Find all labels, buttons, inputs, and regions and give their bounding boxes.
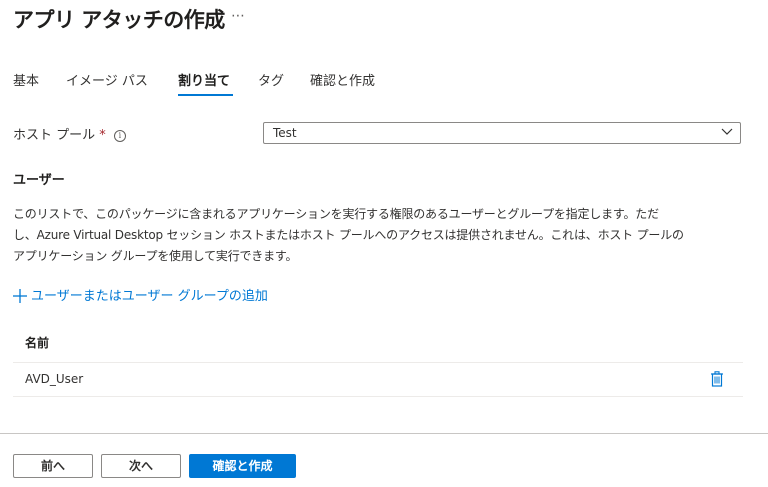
next-button[interactable]: 次へ	[101, 454, 181, 478]
plus-icon	[13, 289, 27, 303]
trash-icon[interactable]	[710, 371, 724, 387]
host-pool-label-text: ホスト プール	[13, 128, 96, 143]
tab-review-create[interactable]: 確認と作成	[310, 70, 375, 89]
description-line: このリストで、このパッケージに含まれるアプリケーションを実行する権限のあるユーザ…	[13, 207, 659, 221]
description-line: し、Azure Virtual Desktop セッション ホストまたはホスト …	[13, 228, 684, 242]
previous-button[interactable]: 前へ	[13, 454, 93, 478]
tab-assignments[interactable]: 割り当て	[178, 70, 230, 89]
tab-basics[interactable]: 基本	[13, 70, 39, 89]
host-pool-select-value: Test	[273, 126, 297, 140]
host-pool-select[interactable]: Test	[263, 122, 741, 144]
users-description: このリストで、このパッケージに含まれるアプリケーションを実行する権限のあるユーザ…	[13, 204, 758, 267]
table-divider	[13, 362, 743, 363]
add-user-group-link[interactable]: ユーザーまたはユーザー グループの追加	[13, 285, 268, 304]
active-tab-indicator	[178, 94, 233, 96]
chevron-down-icon	[721, 128, 733, 135]
more-options-icon[interactable]: ⋯	[231, 8, 245, 24]
required-mark: *	[99, 128, 106, 143]
tab-image-path[interactable]: イメージ パス	[66, 70, 148, 89]
table-cell-name: AVD_User	[25, 372, 84, 386]
review-create-button[interactable]: 確認と作成	[189, 454, 296, 478]
tab-tags[interactable]: タグ	[258, 70, 284, 89]
add-user-group-label: ユーザーまたはユーザー グループの追加	[31, 289, 268, 304]
table-divider	[13, 396, 743, 397]
page-title: アプリ アタッチの作成	[13, 8, 225, 32]
footer-divider	[0, 433, 768, 434]
column-header-name: 名前	[25, 336, 50, 350]
info-icon[interactable]: i	[113, 130, 126, 142]
users-heading: ユーザー	[13, 173, 65, 188]
description-line: アプリケーション グループを使用して実行できます。	[13, 249, 298, 263]
host-pool-label: ホスト プール * i	[13, 124, 126, 143]
